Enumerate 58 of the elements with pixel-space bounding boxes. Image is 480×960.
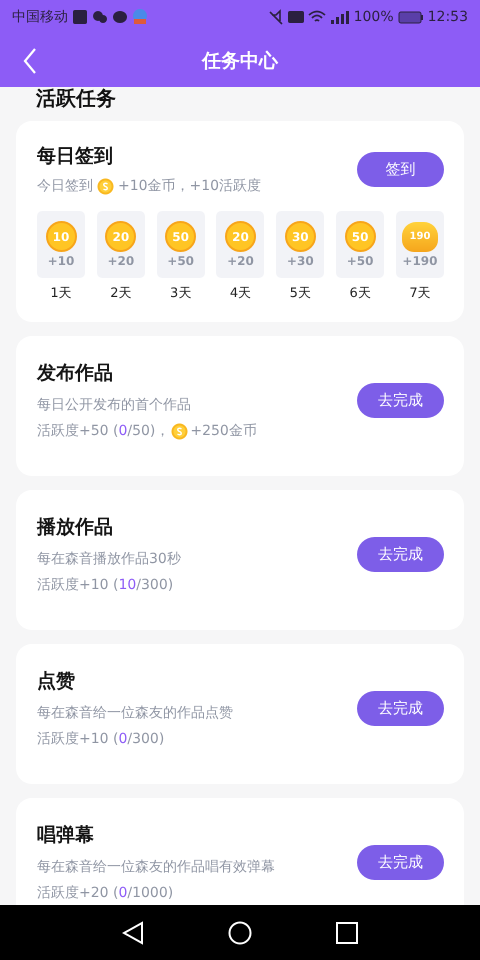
day-label: 3天 — [170, 285, 192, 302]
coin-icon — [171, 422, 188, 440]
coin-icon: 10 — [46, 221, 76, 252]
coin-bag-icon: 190 — [402, 222, 438, 252]
day-label: 2天 — [110, 285, 132, 302]
task-description: 每在森音给一位森友的作品唱有效弹幕 — [37, 858, 275, 876]
day-label: 5天 — [290, 285, 311, 302]
card-title: 每日签到 — [37, 144, 114, 169]
signal-icon — [330, 9, 350, 25]
complete-button[interactable]: 去完成 — [357, 536, 444, 572]
speech-bubble-icon — [112, 9, 128, 25]
complete-button[interactable]: 去完成 — [357, 844, 444, 880]
task-progress: 活跃度+50 (0/50)， — [37, 422, 170, 440]
task-title: 播放作品 — [37, 515, 114, 540]
reward-amount: +20 — [107, 254, 134, 268]
task-progress: 活跃度+20 (0/1000) — [37, 884, 174, 902]
mute-icon — [268, 9, 284, 25]
task-title: 点赞 — [37, 669, 76, 694]
task-title: 发布作品 — [37, 361, 114, 386]
coin-icon: 20 — [105, 221, 136, 252]
sign-in-reward-text: +10金币，+10活跃度 — [118, 177, 262, 195]
task-description: 每在森音播放作品30秒 — [37, 550, 181, 568]
reward-amount: +10 — [48, 254, 74, 268]
chat-bubbles-icon — [92, 9, 108, 25]
reward-amount: +190 — [402, 254, 438, 268]
clock-time: 12:53 — [428, 9, 468, 25]
coin-icon: 30 — [284, 221, 316, 252]
recents-icon[interactable] — [336, 922, 358, 944]
home-icon[interactable] — [228, 920, 252, 944]
reward-amount: +20 — [227, 254, 254, 268]
task-progress: 活跃度+10 (10/300) — [37, 576, 174, 594]
section-heading: 活跃任务 — [34, 87, 117, 112]
reward-amount: +50 — [167, 254, 194, 268]
day-label: 4天 — [230, 285, 252, 302]
coin-icon: 50 — [165, 221, 196, 252]
day-label: 7天 — [409, 285, 431, 302]
coin-icon: 20 — [224, 221, 256, 252]
coin-icon — [97, 178, 114, 194]
reward-amount: +50 — [346, 254, 374, 268]
day-label: 6天 — [350, 285, 371, 302]
task-description: 每日公开发布的首个作品 — [37, 396, 192, 414]
coin-reward: +250金币 — [190, 422, 257, 440]
battery-icon — [398, 10, 424, 24]
complete-button[interactable]: 去完成 — [357, 382, 444, 418]
carrier-name: 中国移动 — [12, 8, 68, 26]
task-title: 唱弹幕 — [37, 823, 95, 848]
page-title: 任务中心 — [202, 48, 278, 74]
sign-in-reward-text: 今日签到 — [37, 177, 93, 195]
complete-button[interactable]: 去完成 — [357, 690, 444, 726]
task-progress: 活跃度+10 (0/300) — [37, 730, 164, 748]
day-label: 1天 — [50, 285, 72, 302]
reward-amount: +30 — [286, 254, 314, 268]
back-icon[interactable] — [122, 920, 144, 944]
wifi-icon — [308, 10, 326, 24]
task-description: 每在森音给一位森友的作品点赞 — [37, 704, 233, 722]
sign-in-button[interactable]: 签到 — [357, 152, 444, 186]
coin-icon: 50 — [344, 221, 376, 252]
battery-percent: 100% — [354, 9, 394, 25]
